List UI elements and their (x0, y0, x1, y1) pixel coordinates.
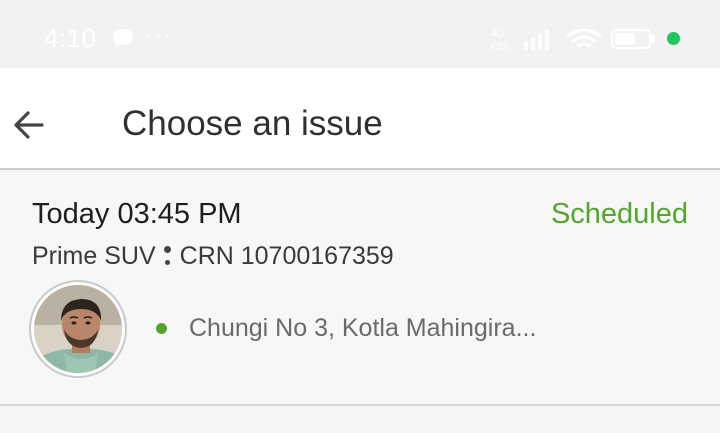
separator-icon (156, 244, 180, 270)
vehicle-type: Prime SUV (32, 242, 156, 270)
wifi-icon (566, 28, 602, 48)
svg-text:4G: 4G (490, 28, 505, 40)
pickup-location-dot (156, 323, 167, 334)
ride-meta: Prime SUV CRN 10700167359 (32, 242, 394, 271)
crn-number: CRN 10700167359 (179, 242, 394, 270)
battery-icon (611, 29, 655, 49)
status-bar: 4:10 ··· 4G KB/s (0, 0, 720, 68)
page-title: Choose an issue (122, 104, 383, 143)
network-speed-icon: 4G KB/s (490, 28, 511, 53)
app-bar: Choose an issue (0, 68, 720, 170)
back-button[interactable] (8, 104, 50, 146)
signal-icon (524, 30, 549, 50)
ride-status-badge: Scheduled (550, 198, 688, 230)
more-notifications-icon: ··· (145, 22, 173, 47)
arrow-left-icon (14, 111, 44, 139)
pickup-address: Chungi No 3, Kotla Mahingira... (189, 314, 537, 342)
ride-card[interactable]: Today 03:45 PM Scheduled Prime SUV CRN 1… (0, 172, 720, 406)
chat-notification-icon (112, 28, 134, 53)
status-time: 4:10 (44, 23, 97, 53)
privacy-indicator-dot (667, 32, 680, 45)
ride-datetime: Today 03:45 PM (32, 198, 242, 230)
driver-photo (34, 285, 122, 373)
svg-text:KB/s: KB/s (490, 42, 511, 53)
driver-avatar (31, 282, 125, 376)
status-icons: 4G KB/s (488, 24, 658, 53)
